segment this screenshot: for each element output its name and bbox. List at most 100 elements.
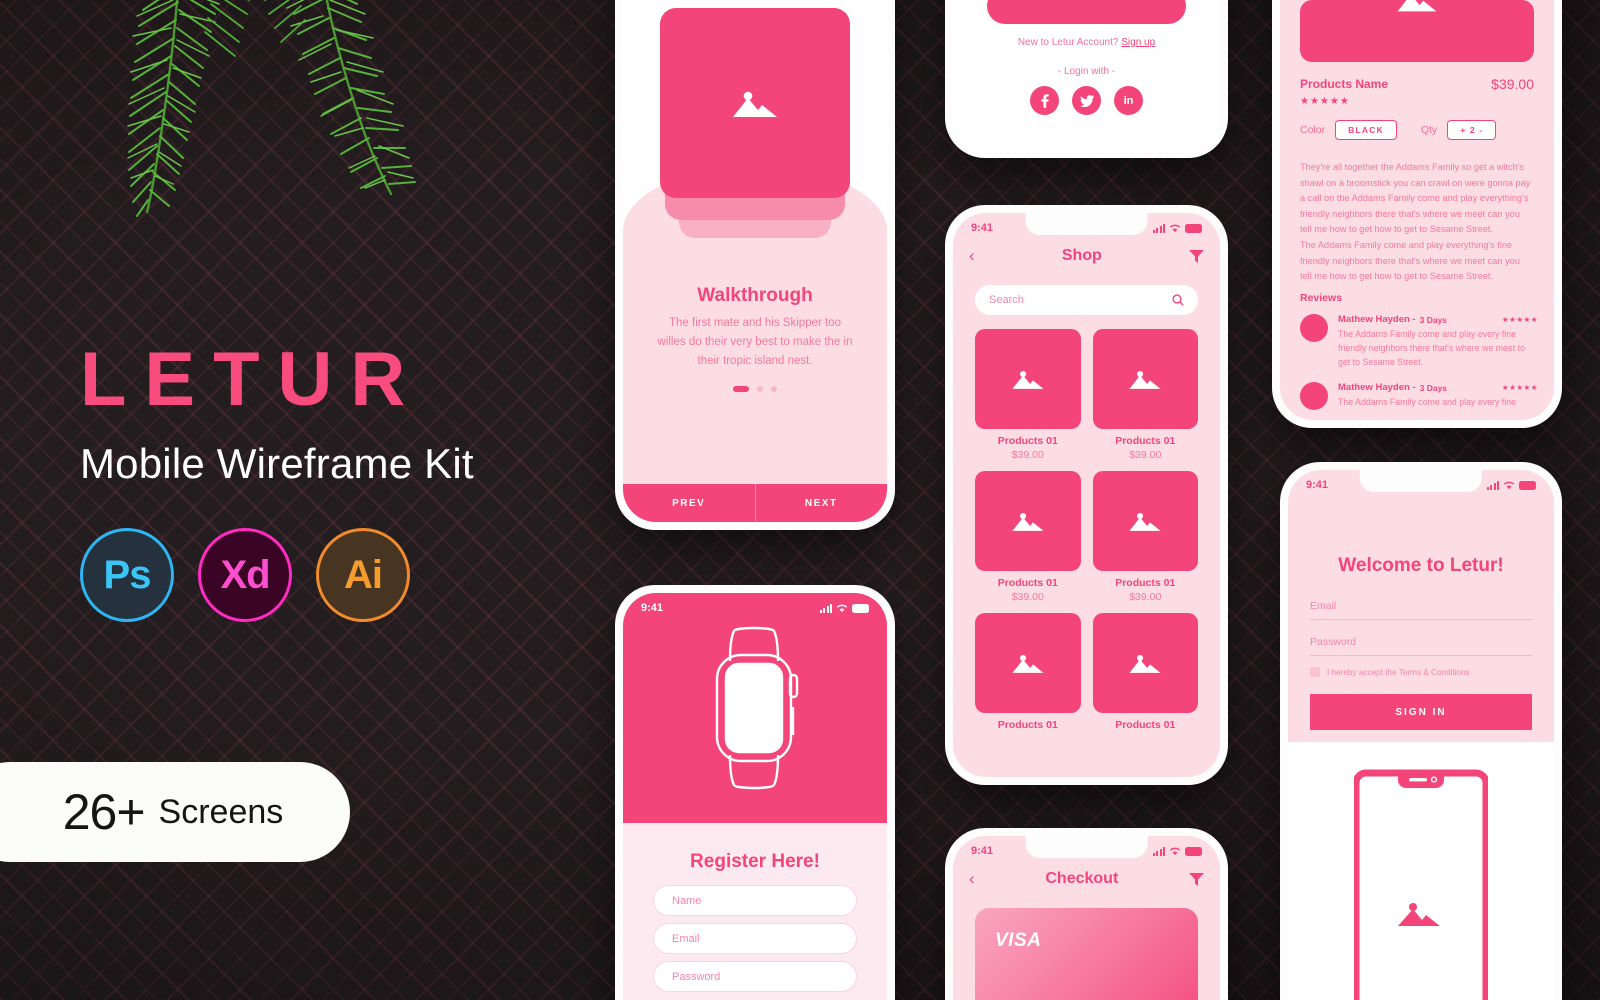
product-description-2: The Addams Family come and play everythi…: [1300, 240, 1520, 281]
prev-button[interactable]: PREV: [623, 484, 756, 522]
walkthrough-actions: PREV NEXT: [623, 484, 887, 522]
review-item: Mathew Hayden - 3 Days ★★★★★ The Addams …: [1300, 382, 1538, 410]
product-options: Color BLACK Qty + 2 -: [1300, 120, 1534, 140]
product-header-row: Products Name $39.00: [1300, 76, 1534, 92]
search-placeholder: Search: [989, 294, 1024, 306]
status-icons: [1152, 846, 1202, 856]
product-card[interactable]: Products 01: [975, 613, 1081, 731]
product-price: $39.00: [1491, 76, 1534, 92]
search-input[interactable]: Search: [975, 285, 1198, 315]
twitter-icon[interactable]: [1072, 86, 1101, 115]
signup-link[interactable]: Sign up: [1121, 37, 1155, 48]
phone-register: 9:41 Register Here! Name Email Password: [615, 585, 895, 1000]
status-time: 9:41: [971, 222, 994, 234]
illustrator-badge[interactable]: Ai: [316, 528, 410, 622]
product-card[interactable]: Products 01: [1092, 613, 1198, 731]
product-name: Products 01: [997, 719, 1058, 731]
signin-title: Welcome to Letur!: [1338, 555, 1504, 576]
quantity-stepper[interactable]: + 2 -: [1447, 120, 1497, 140]
pagination-dot-1[interactable]: [733, 386, 749, 392]
signup-prompt-text: New to Letur Account?: [1017, 37, 1119, 48]
reviews-heading: Reviews: [1300, 292, 1343, 304]
signin-button[interactable]: SIGN IN: [1310, 694, 1532, 730]
product-thumbnail: [975, 613, 1081, 713]
email-field[interactable]: Email: [1310, 600, 1532, 620]
terms-checkbox-row[interactable]: I hereby accept the Terms & Conditions: [1310, 667, 1470, 677]
review-text: The Addams Family come and play every fi…: [1338, 329, 1526, 367]
checkout-navbar: ‹ Checkout: [953, 862, 1220, 896]
qty-label: Qty: [1420, 124, 1438, 136]
product-grid: Products 01 $39.00 Products 01 $39.00 Pr…: [975, 329, 1198, 731]
product-thumbnail: [1092, 471, 1198, 571]
image-placeholder-icon: [1397, 0, 1437, 12]
name-field-placeholder: Name: [672, 894, 702, 907]
facebook-icon[interactable]: [1030, 86, 1059, 115]
product-card[interactable]: Products 01 $39.00: [975, 329, 1081, 461]
image-placeholder-icon: [1012, 513, 1044, 531]
chevron-left-icon[interactable]: ‹: [969, 246, 975, 266]
password-field-placeholder: Password: [672, 970, 721, 983]
checkbox-icon[interactable]: [1310, 667, 1320, 677]
email-field[interactable]: Email: [653, 923, 857, 954]
filter-icon[interactable]: [1188, 872, 1204, 886]
checkout-screen: 9:41 ‹ Checkout VISA: [953, 836, 1220, 1000]
product-card[interactable]: Products 01 $39.00: [1092, 471, 1198, 603]
wifi-icon: [1169, 224, 1181, 232]
product-thumbnail: [975, 471, 1081, 571]
register-title: Register Here!: [690, 851, 820, 872]
phone-mockup-icon: [1354, 769, 1488, 1000]
terms-label: I hereby accept the Terms & Conditions: [1327, 667, 1470, 677]
register-screen: 9:41 Register Here! Name Email Password: [623, 593, 887, 1000]
next-button[interactable]: NEXT: [756, 484, 888, 522]
status-icons: [1486, 480, 1536, 490]
pagination-dot-2[interactable]: [757, 386, 763, 392]
product-price: $39.00: [1129, 449, 1162, 461]
password-field[interactable]: Password: [653, 961, 857, 992]
xd-badge[interactable]: Xd: [198, 528, 292, 622]
signal-bars-icon: [1486, 480, 1499, 490]
screens-count: 26+: [62, 784, 146, 840]
password-field[interactable]: Password: [1310, 636, 1532, 656]
product-card[interactable]: Products 01 $39.00: [975, 471, 1081, 603]
battery-icon: [852, 603, 869, 613]
status-icons: [819, 603, 869, 613]
signal-bars-icon: [819, 603, 832, 613]
phone-notch: [1025, 213, 1148, 235]
walkthrough-pagination-dots[interactable]: [623, 386, 887, 392]
image-placeholder-icon: [1129, 513, 1161, 531]
photoshop-badge[interactable]: Ps: [80, 528, 174, 622]
product-name: Products 01: [1115, 435, 1176, 447]
product-thumbnail: [975, 329, 1081, 429]
review-rating-stars: ★★★★★: [1501, 383, 1538, 392]
review-age: 3 Days: [1419, 382, 1448, 393]
login-submit-button[interactable]: [987, 0, 1186, 24]
name-field[interactable]: Name: [653, 885, 857, 916]
chevron-left-icon[interactable]: ‹: [969, 869, 975, 889]
color-selector[interactable]: BLACK: [1335, 120, 1397, 140]
status-icons: [1152, 223, 1202, 233]
product-name: Products 01: [997, 577, 1058, 589]
illustrator-badge-label: Ai: [344, 552, 383, 597]
card-brand-label: VISA: [995, 930, 1042, 951]
walkthrough-screen: Walkthrough The first mate and his Skipp…: [623, 0, 887, 522]
linkedin-icon[interactable]: in: [1114, 86, 1143, 115]
review-rating-stars: ★★★★★: [1501, 315, 1538, 324]
product-price: $39.00: [1011, 449, 1044, 461]
filter-icon[interactable]: [1188, 249, 1204, 263]
product-detail-screen: Products Name $39.00 ★★★★★ Color BLACK Q…: [1280, 0, 1554, 420]
product-card[interactable]: Products 01 $39.00: [1092, 329, 1198, 461]
image-placeholder-icon: [733, 91, 777, 117]
register-hero: 9:41: [623, 593, 887, 823]
page-title: Shop: [1061, 247, 1102, 264]
login-with-label: - Login with -: [1057, 66, 1116, 77]
email-field-placeholder: Email: [1310, 600, 1337, 612]
product-name: Products 01: [1115, 577, 1176, 589]
signup-prompt: New to Letur Account? Sign up: [953, 37, 1220, 48]
pagination-dot-3[interactable]: [771, 386, 777, 392]
credit-card[interactable]: VISA: [975, 908, 1198, 1000]
image-placeholder-icon: [1129, 371, 1161, 389]
review-text: The Addams Family come and play every fi…: [1338, 397, 1516, 407]
social-icons-row: in: [953, 86, 1220, 115]
search-icon[interactable]: [1172, 294, 1184, 306]
product-name: Products 01: [1115, 719, 1176, 731]
